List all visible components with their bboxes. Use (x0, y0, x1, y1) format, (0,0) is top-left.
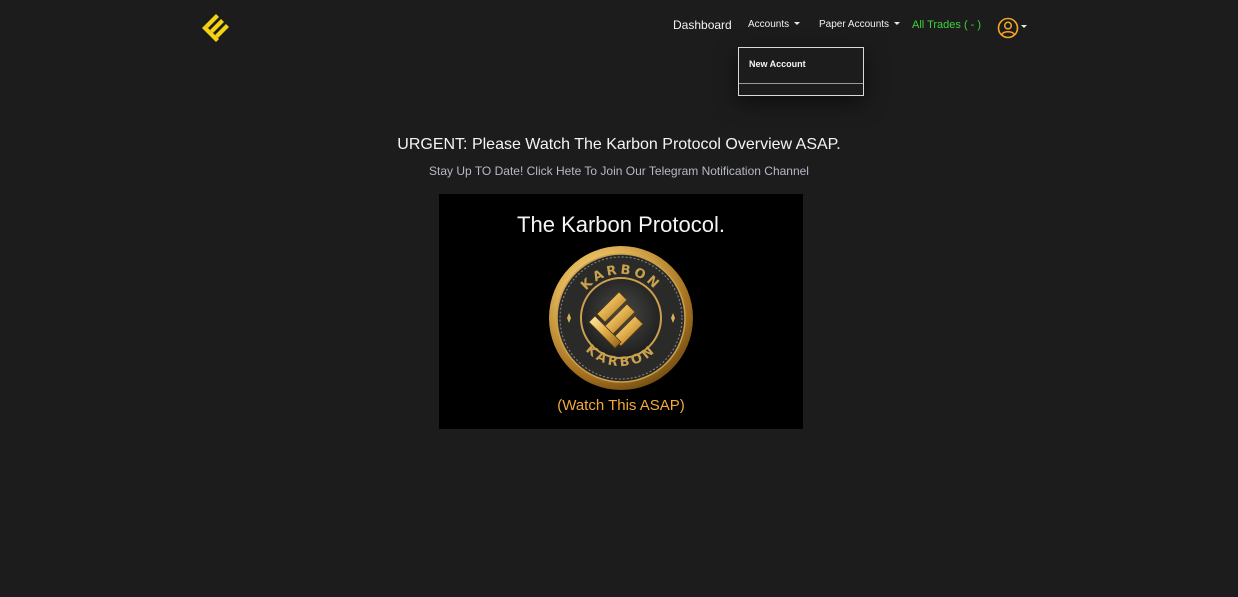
chevron-down-icon (794, 22, 801, 25)
video-title: The Karbon Protocol. (517, 212, 725, 237)
user-menu-button[interactable] (997, 17, 1029, 39)
user-circle-icon (997, 17, 1019, 39)
nav-accounts-label: Accounts (748, 19, 790, 30)
nav-paper-accounts-label: Paper Accounts (819, 19, 890, 30)
nav-accounts-dropdown[interactable]: Accounts (748, 15, 801, 35)
dropdown-divider (739, 83, 863, 84)
nav-all-trades-link[interactable]: All Trades ( - ) (912, 15, 981, 35)
chevron-down-icon (894, 22, 901, 25)
top-navigation: Dashboard Accounts Paper Accounts All Tr… (0, 15, 1238, 35)
karbon-coin-icon: KARBON KARBON (549, 246, 693, 390)
video-thumbnail[interactable]: The Karbon Protocol. KARBON KARBON (Watc… (439, 194, 803, 429)
page: Dashboard Accounts Paper Accounts All Tr… (0, 0, 1238, 597)
accounts-dropdown-menu: New Account (738, 47, 864, 96)
watch-cta-text: (Watch This ASAP) (557, 397, 685, 414)
nav-paper-accounts-dropdown[interactable]: Paper Accounts (819, 15, 901, 35)
nav-dashboard-link[interactable]: Dashboard (673, 15, 732, 35)
dropdown-item-new-account[interactable]: New Account (749, 59, 806, 69)
chevron-down-icon (1021, 25, 1027, 28)
telegram-channel-link[interactable]: Stay Up TO Date! Click Hete To Join Our … (0, 164, 1238, 178)
urgent-headline: URGENT: Please Watch The Karbon Protocol… (397, 136, 841, 153)
